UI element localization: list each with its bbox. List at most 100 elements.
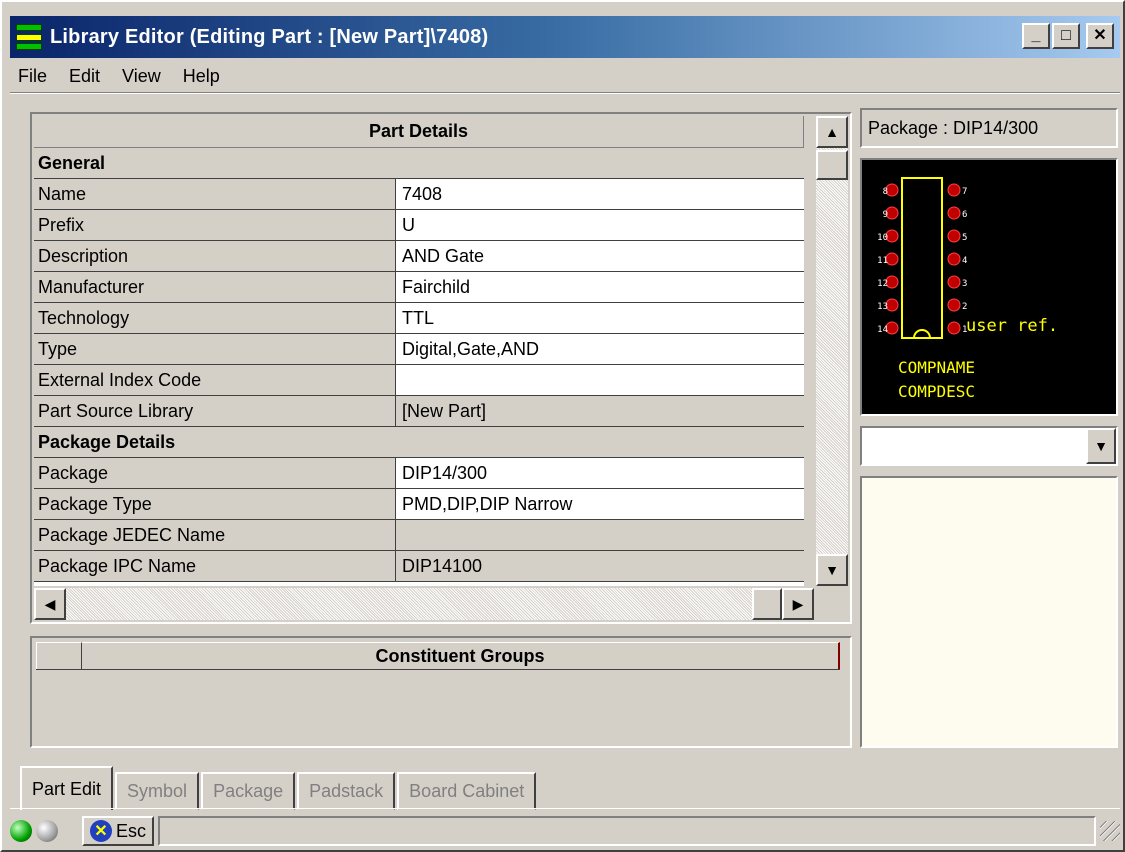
row-value-input[interactable]: Digital,Gate,AND — [396, 334, 804, 364]
row-value-input[interactable]: PMD,DIP,DIP Narrow — [396, 489, 804, 519]
arrow-right-icon: ▶ — [792, 595, 804, 612]
title-bar[interactable]: Library Editor (Editing Part : [New Part… — [10, 16, 1120, 58]
grey-led-icon — [36, 820, 58, 842]
row-value-input[interactable]: TTL — [396, 303, 804, 333]
minimize-button[interactable]: _ — [1022, 23, 1050, 49]
esc-button[interactable]: ✕ Esc — [82, 816, 155, 846]
section-general: General — [34, 148, 804, 179]
pin-number: 14 — [877, 325, 888, 335]
dropdown-button[interactable]: ▼ — [1086, 428, 1116, 464]
compdesc-text: COMPDESC — [898, 382, 975, 401]
green-led-icon — [10, 820, 32, 842]
constituent-groups-header: Constituent Groups — [82, 642, 840, 669]
row-label: Prefix — [34, 210, 396, 240]
tab-part-edit[interactable]: Part Edit — [20, 766, 114, 810]
status-bar: ✕ Esc — [10, 814, 1120, 848]
minimize-icon: _ — [1031, 27, 1041, 44]
menu-file[interactable]: File — [16, 66, 49, 87]
arrow-left-icon: ◀ — [44, 595, 56, 612]
esc-label: Esc — [116, 820, 147, 841]
table-row[interactable]: Technology TTL — [34, 303, 804, 334]
compname-text: COMPNAME — [898, 358, 975, 377]
arrow-down-icon: ▼ — [825, 562, 839, 578]
row-value-input[interactable]: 7408 — [396, 179, 804, 209]
notes-panel[interactable] — [860, 476, 1118, 748]
symbol-select[interactable]: ▼ — [860, 426, 1118, 466]
constituent-groups-panel[interactable]: Constituent Groups — [30, 636, 852, 748]
pin-pad — [947, 229, 961, 243]
row-value-input[interactable] — [396, 365, 804, 395]
scroll-down-button[interactable]: ▼ — [816, 554, 848, 586]
row-label: Part Source Library — [34, 396, 396, 426]
tab-underline — [10, 808, 1120, 810]
table-row[interactable]: Description AND Gate — [34, 241, 804, 272]
pin-number: 5 — [962, 233, 967, 243]
row-label: Package — [34, 458, 396, 488]
left-pin-column: 8 9 10 11 12 13 14 — [877, 183, 899, 335]
chevron-down-icon: ▼ — [1094, 438, 1108, 454]
scroll-right-button[interactable]: ▶ — [782, 588, 814, 620]
menu-bar: File Edit View Help — [16, 62, 222, 90]
row-value-readonly: [New Part] — [396, 396, 804, 426]
maximize-button[interactable]: □ — [1052, 23, 1080, 49]
part-details-header: Part Details — [34, 116, 804, 148]
row-value-input[interactable]: Fairchild — [396, 272, 804, 302]
row-label: Description — [34, 241, 396, 271]
row-label: External Index Code — [34, 365, 396, 395]
table-row[interactable]: Name 7408 — [34, 179, 804, 210]
tab-padstack[interactable]: Padstack — [297, 772, 396, 810]
table-row[interactable]: External Index Code — [34, 365, 804, 396]
row-value-input[interactable]: DIP14/300 — [396, 458, 804, 488]
pin-number: 10 — [877, 233, 888, 243]
row-value-readonly — [396, 520, 804, 550]
row-label: Manufacturer — [34, 272, 396, 302]
close-icon: ✕ — [1093, 27, 1107, 44]
vertical-scroll-thumb[interactable] — [816, 150, 848, 180]
pin-number: 4 — [962, 256, 967, 266]
tab-symbol[interactable]: Symbol — [115, 772, 200, 810]
table-row[interactable]: Package Type PMD,DIP,DIP Narrow — [34, 489, 804, 520]
section-package-details: Package Details — [34, 427, 804, 458]
section-general-label: General — [38, 152, 106, 173]
menu-view[interactable]: View — [120, 66, 163, 87]
table-row[interactable]: Part Source Library [New Part] — [34, 396, 804, 427]
table-row[interactable]: Package DIP14/300 — [34, 458, 804, 489]
resize-grip-icon[interactable] — [1100, 821, 1120, 841]
table-row[interactable]: Type Digital,Gate,AND — [34, 334, 804, 365]
menu-separator — [10, 92, 1120, 94]
horizontal-scroll-thumb[interactable] — [752, 588, 782, 620]
user-ref-text: user ref. — [966, 316, 1058, 336]
menu-edit[interactable]: Edit — [67, 66, 102, 87]
close-button[interactable]: ✕ — [1086, 23, 1114, 49]
row-label: Name — [34, 179, 396, 209]
table-row[interactable]: Manufacturer Fairchild — [34, 272, 804, 303]
table-row[interactable]: Prefix U — [34, 210, 804, 241]
table-row[interactable]: Package JEDEC Name — [34, 520, 804, 551]
dip-package-preview: 891011121314 7654321 user ref. COMPNAME … — [877, 177, 1058, 401]
right-pin-column: 7654321 — [947, 183, 967, 335]
horizontal-scrollbar[interactable]: ◀ ▶ — [34, 588, 814, 620]
package-label: Package : DIP14/300 — [860, 108, 1118, 148]
menu-help[interactable]: Help — [181, 66, 222, 87]
row-label: Technology — [34, 303, 396, 333]
cancel-icon: ✕ — [90, 820, 112, 842]
maximize-icon: □ — [1061, 27, 1071, 44]
tab-package[interactable]: Package — [201, 772, 296, 810]
scroll-up-button[interactable]: ▲ — [816, 116, 848, 148]
row-label: Type — [34, 334, 396, 364]
table-row[interactable]: Package IPC Name DIP14100 — [34, 551, 804, 582]
row-label: Package Type — [34, 489, 396, 519]
pin-pad — [947, 275, 961, 289]
row-label: Package JEDEC Name — [34, 520, 396, 550]
row-value-input[interactable]: AND Gate — [396, 241, 804, 271]
tab-board-cabinet[interactable]: Board Cabinet — [397, 772, 537, 810]
pin-pad — [947, 298, 961, 312]
vertical-scrollbar[interactable]: ▲ ▼ — [816, 116, 848, 586]
row-value-input[interactable]: U — [396, 210, 804, 240]
window-title: Library Editor (Editing Part : [New Part… — [50, 25, 489, 48]
cg-header-corner — [36, 642, 82, 669]
scroll-left-button[interactable]: ◀ — [34, 588, 66, 620]
part-details-grid: Part Details General Name 7408 Prefix U De… — [30, 112, 852, 624]
pin-number: 6 — [962, 210, 967, 220]
row-label: Package IPC Name — [34, 551, 396, 581]
